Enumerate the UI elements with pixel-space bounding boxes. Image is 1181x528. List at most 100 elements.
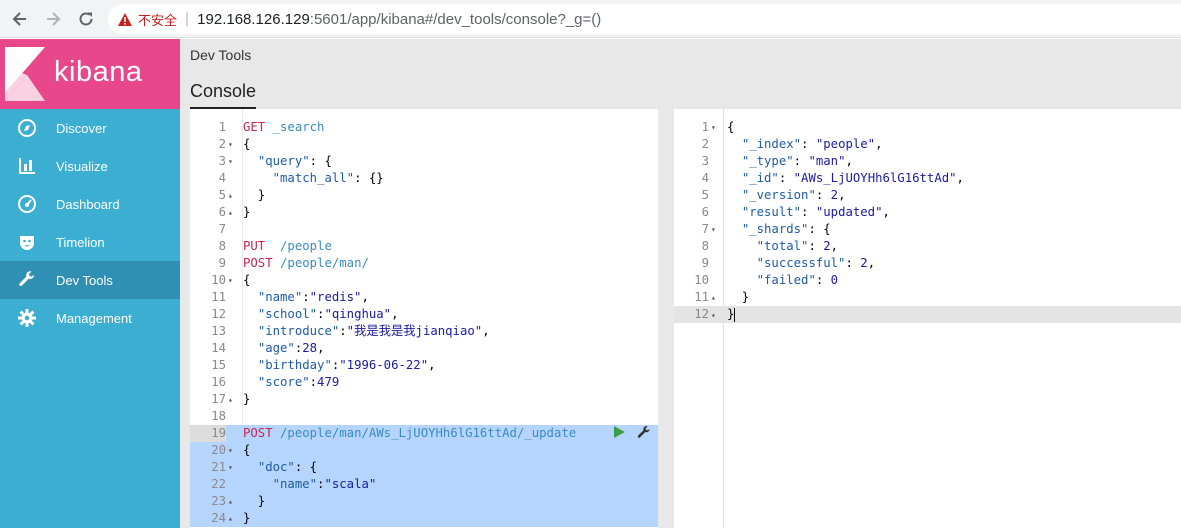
sidebar-item-discover[interactable]: Discover — [0, 109, 180, 147]
output-line[interactable]: 8 "total": 2, — [674, 238, 1181, 255]
output-line[interactable]: 10 "failed": 0 — [674, 272, 1181, 289]
line-number: 13 — [211, 324, 226, 338]
editor-line[interactable]: 8 PUT /people — [190, 238, 658, 255]
reload-icon[interactable] — [76, 9, 96, 29]
code-text: "match_all": {} — [272, 171, 384, 185]
editor-line[interactable]: 6 ▴} — [190, 204, 658, 221]
line-number: 3 — [218, 154, 226, 168]
sidebar-item-label: Timelion — [56, 234, 105, 250]
kibana-logo[interactable]: kibana — [0, 39, 180, 109]
timelion-icon — [17, 232, 37, 252]
output-line[interactable]: 5 "_version": 2, — [674, 187, 1181, 204]
code-text: "_id": "AWs_LjUOYHh6lG16ttAd", — [741, 171, 964, 185]
fold-toggle-icon[interactable]: ▾ — [711, 221, 716, 238]
code-text: } — [243, 205, 251, 219]
editor-line[interactable]: 17 ▴} — [190, 391, 658, 408]
line-number: 14 — [211, 341, 226, 355]
output-line[interactable]: 7 ▾ "_shards": { — [674, 221, 1181, 238]
editor-line[interactable]: 16 "score":479 — [190, 374, 658, 391]
editor-line[interactable]: 2 ▾ { — [190, 136, 658, 153]
line-number: 2 — [218, 137, 226, 151]
line-number: 9 — [701, 256, 709, 270]
editor-line[interactable]: 11 "name":"redis", — [190, 289, 658, 306]
insecure-label[interactable]: 不安全 — [138, 10, 177, 29]
editor-line[interactable]: 18 — [190, 408, 658, 425]
code-text: } — [243, 511, 251, 525]
code-text: "failed": 0 — [756, 273, 839, 287]
fold-toggle-icon[interactable]: ▾ — [711, 119, 716, 136]
editor-line[interactable]: 5 ▴ } — [190, 187, 658, 204]
editor-line[interactable]: 21 ▾ "doc": { — [190, 459, 658, 476]
page-title: Dev Tools — [190, 47, 252, 63]
kibana-wordmark: kibana — [54, 56, 143, 88]
editor-line[interactable]: 13 "introduce":"我是我是我jianqiao", — [190, 323, 658, 340]
output-line[interactable]: 11 ▴ } — [674, 289, 1181, 306]
fold-toggle-icon[interactable]: ▾ — [228, 153, 233, 170]
editor-line[interactable]: 7 — [190, 221, 658, 238]
fold-toggle-icon[interactable]: ▴ — [228, 391, 233, 408]
sidebar-item-dashboard[interactable]: Dashboard — [0, 185, 180, 223]
output-line[interactable]: 12 ▴} — [674, 306, 1181, 323]
code-text: POST /people/man/AWs_LjUOYHh6lG16ttAd/_u… — [243, 426, 577, 440]
editor-line[interactable]: 10 ▾ { — [190, 272, 658, 289]
output-line[interactable]: 9 "successful": 2, — [674, 255, 1181, 272]
output-line[interactable]: 4 "_id": "AWs_LjUOYHh6lG16ttAd", — [674, 170, 1181, 187]
address-bar[interactable]: 不安全 | 192.168.126.129:5601/app/kibana#/d… — [108, 4, 1181, 34]
editor-line[interactable]: 22 "name":"scala" — [190, 476, 658, 493]
output-line[interactable]: 1 ▾ { — [674, 119, 1181, 136]
wrench-icon — [17, 270, 37, 290]
output-line[interactable]: 3 "_type": "man", — [674, 153, 1181, 170]
fold-toggle-icon[interactable]: ▾ — [228, 136, 233, 153]
sidebar-item-timelion[interactable]: Timelion — [0, 223, 180, 261]
code-text: { — [243, 273, 251, 287]
request-settings-wrench-icon[interactable] — [636, 425, 652, 441]
code-text: "_index": "people", — [741, 137, 883, 151]
dev-tools-main: Dev Tools Console 1 GET _search 2 ▾{3 ▾ "que… — [180, 39, 1181, 528]
code-text: "score":479 — [257, 375, 340, 389]
sidebar-item-visualize[interactable]: Visualize — [0, 147, 180, 185]
fold-toggle-icon[interactable]: ▴ — [228, 204, 233, 221]
output-line[interactable]: 2 "_index": "people", — [674, 136, 1181, 153]
send-request-play-icon[interactable] — [612, 425, 626, 439]
editor-line[interactable]: 14 "age":28, — [190, 340, 658, 357]
fold-toggle-icon[interactable]: ▾ — [228, 442, 233, 459]
code-text: "successful": 2, — [756, 256, 876, 270]
code-text: "birthday":"1996-06-22", — [257, 358, 436, 372]
fold-toggle-icon[interactable]: ▴ — [711, 306, 716, 323]
tab-console[interactable]: Console — [190, 81, 257, 109]
line-number: 6 — [218, 205, 226, 219]
editor-line[interactable]: 24 ▴} — [190, 510, 658, 527]
line-number: 8 — [701, 239, 709, 253]
fold-toggle-icon[interactable]: ▾ — [228, 459, 233, 476]
editor-line[interactable]: 1 GET _search — [190, 119, 658, 136]
sidebar-item-dev-tools[interactable]: Dev Tools — [0, 261, 180, 299]
code-text: "school":"qinghua", — [257, 307, 399, 321]
output-line[interactable]: 6 "result": "updated", — [674, 204, 1181, 221]
line-number: 5 — [701, 188, 709, 202]
line-number: 12 — [694, 307, 709, 321]
line-number: 5 — [218, 188, 226, 202]
editor-line[interactable]: 4 "match_all": {} — [190, 170, 658, 187]
fold-toggle-icon[interactable]: ▴ — [228, 510, 233, 527]
editor-line[interactable]: 15 "birthday":"1996-06-22", — [190, 357, 658, 374]
fold-toggle-icon[interactable]: ▴ — [228, 493, 233, 510]
editor-line[interactable]: 9 POST /people/man/ — [190, 255, 658, 272]
editor-line[interactable]: 23 ▴ } — [190, 493, 658, 510]
code-text: } — [243, 392, 251, 406]
back-arrow-icon[interactable] — [10, 9, 30, 29]
request-editor[interactable]: 1 GET _search 2 ▾{3 ▾ "query": {4 "match_all… — [190, 109, 658, 528]
code-text: "doc": { — [257, 460, 318, 474]
line-number: 22 — [211, 477, 226, 491]
fold-toggle-icon[interactable]: ▾ — [228, 272, 233, 289]
editor-line[interactable]: 20 ▾ { — [190, 442, 658, 459]
line-number: 4 — [701, 171, 709, 185]
forward-arrow-icon[interactable] — [43, 9, 63, 29]
editor-line[interactable]: 3 ▾ "query": { — [190, 153, 658, 170]
fold-toggle-icon[interactable]: ▴ — [228, 187, 233, 204]
editor-line[interactable]: 12 "school":"qinghua", — [190, 306, 658, 323]
response-output[interactable]: 1 ▾{2 "_index": "people", 3 "_type": "man"… — [674, 109, 1181, 528]
code-text: } — [243, 188, 266, 202]
sidebar-item-management[interactable]: Management — [0, 299, 180, 337]
editor-line[interactable]: 19 POST /people/man/AWs_LjUOYHh6lG16ttAd/… — [190, 425, 658, 442]
fold-toggle-icon[interactable]: ▴ — [711, 289, 716, 306]
